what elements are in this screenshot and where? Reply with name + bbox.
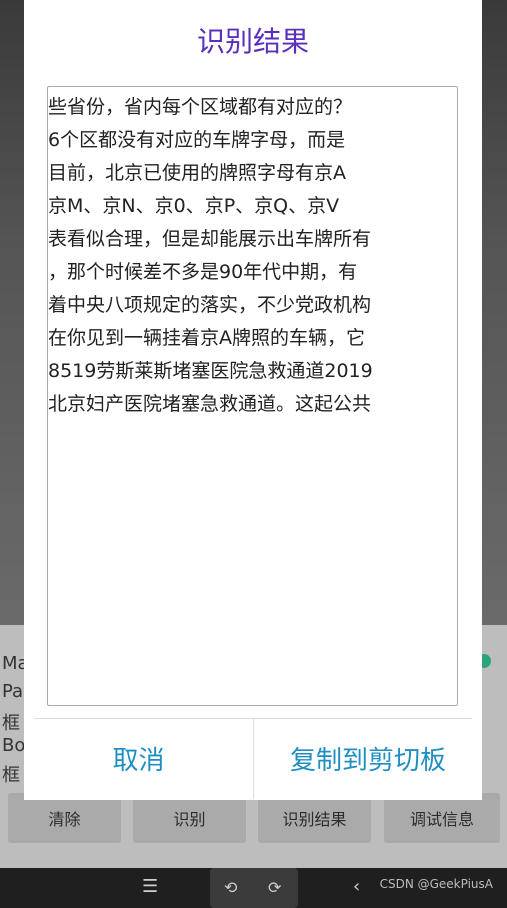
rotate-left-icon[interactable]: ⟲ [224,878,237,897]
rotate-controls: ⟲ ⟳ [210,868,298,908]
rotate-right-icon[interactable]: ⟳ [268,878,281,897]
cancel-button[interactable]: 取消 [24,728,253,788]
background-label: Bo [2,735,26,756]
text-line: ，那个时候差不多是90年代中期，有 [48,261,358,283]
text-line: 着中央八项规定的落实，不少党政机构 [48,294,372,316]
watermark: CSDN @GeekPiusA [379,877,493,891]
text-line: 表看似合理，但是却能展示出车牌所有 [48,228,372,250]
background-label: 框 [2,713,20,734]
recognition-result-dialog: 识别结果 些省份，省内每个区域都有对应的？ 6个区都没有对应的车牌字母，而是 目… [24,0,482,800]
text-line: 6个区都没有对应的车牌字母，而是 [48,129,346,151]
back-icon[interactable]: ‹ [353,876,360,897]
result-text-area[interactable]: 些省份，省内每个区域都有对应的？ 6个区都没有对应的车牌字母，而是 目前，北京已… [47,86,458,706]
text-line: 8519劳斯莱斯堵塞医院急救通道2019 [48,360,373,382]
menu-icon[interactable]: ☰ [142,876,158,897]
text-line: 北京妇产医院堵塞急救通道。这起公共 [48,393,372,415]
text-line: 些省份，省内每个区域都有对应的？ [48,96,353,118]
result-button[interactable]: 识别结果 [258,793,371,843]
recognize-button[interactable]: 识别 [133,793,246,843]
debug-info-button[interactable]: 调试信息 [384,793,500,843]
background-action-bar: 清除 识别 识别结果 调试信息 [0,793,507,845]
dialog-title: 识别结果 [196,25,309,58]
background-label: 框 [2,765,20,786]
copy-to-clipboard-button[interactable]: 复制到剪切板 [254,728,482,788]
text-line: 京M、京N、京0、京P、京Q、京V [48,195,340,217]
clear-button[interactable]: 清除 [8,793,121,843]
background-label: Pa [2,681,24,702]
text-line: 目前，北京已使用的牌照字母有京A [48,162,346,184]
text-line: 在你见到一辆挂着京A牌照的车辆，它 [48,327,365,349]
